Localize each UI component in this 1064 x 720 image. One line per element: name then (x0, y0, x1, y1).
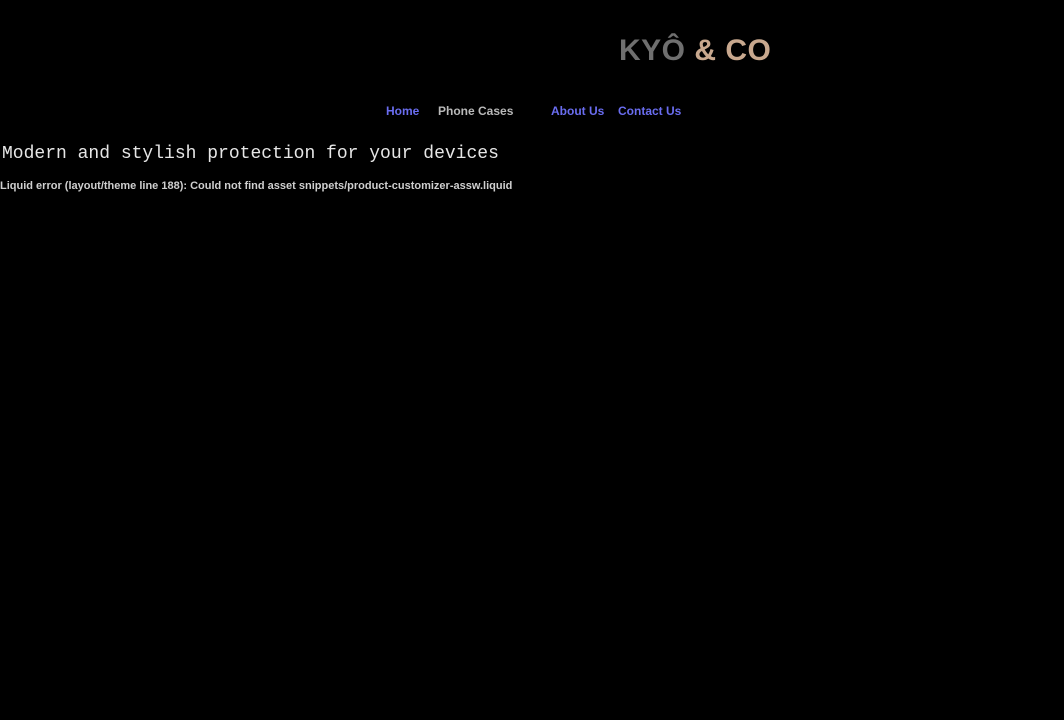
logo-text-primary: KYÔ (619, 34, 686, 67)
nav-link-contact-us[interactable]: Contact Us (618, 103, 681, 119)
liquid-error-message: Liquid error (layout/theme line 188): Co… (0, 180, 513, 192)
page-headline: Modern and stylish protection for your d… (2, 144, 499, 164)
nav-link-about-us[interactable]: About Us (551, 103, 604, 119)
main-navigation: Home Phone Cases About Us Contact Us (0, 103, 1064, 121)
page: KYÔ & CO Home Phone Cases About Us Conta… (0, 0, 1064, 720)
brand-logo[interactable]: KYÔ & CO (619, 33, 771, 69)
nav-link-home[interactable]: Home (386, 103, 419, 119)
nav-link-phone-cases[interactable]: Phone Cases (438, 103, 513, 119)
logo-text-accent: & CO (694, 34, 772, 67)
